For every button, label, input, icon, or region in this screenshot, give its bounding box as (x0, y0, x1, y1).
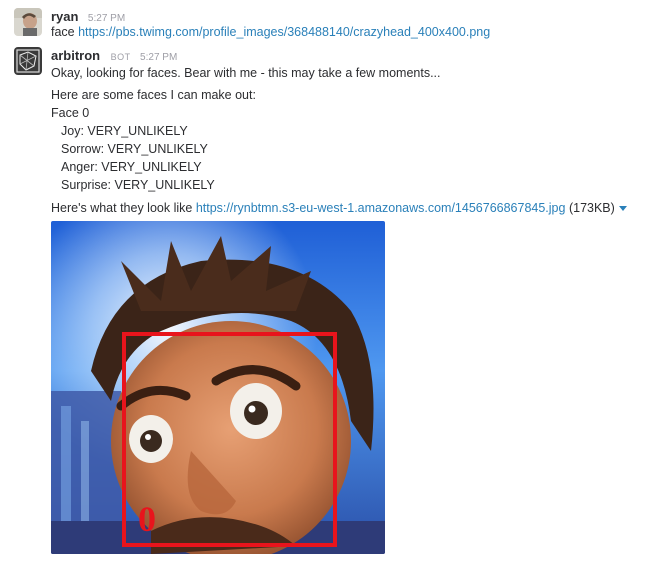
user-avatar-icon[interactable] (14, 8, 42, 36)
message-line: Okay, looking for faces. Bear with me - … (51, 66, 441, 80)
attachment-line: Here's what they look like https://rynbt… (51, 200, 627, 216)
timestamp[interactable]: 5:27 PM (140, 52, 177, 63)
bot-avatar-icon[interactable] (14, 47, 42, 75)
emotion-joy: Joy: VERY_UNLIKELY (61, 124, 188, 138)
attachment-link[interactable]: https://rynbtmn.s3-eu-west-1.amazonaws.c… (196, 201, 566, 215)
timestamp[interactable]: 5:27 PM (88, 13, 125, 24)
message-link[interactable]: https://pbs.twimg.com/profile_images/368… (78, 25, 490, 39)
emotion-anger: Anger: VERY_UNLIKELY (61, 160, 202, 174)
message-text: face https://pbs.twimg.com/profile_image… (51, 24, 490, 40)
sender-name[interactable]: ryan (51, 9, 78, 24)
sender-name[interactable]: arbitron (51, 48, 100, 63)
face-title: Face 0 (51, 106, 90, 120)
attachment-prefix: Here's what they look like (51, 201, 196, 215)
face-index-label: 0 (138, 499, 156, 539)
emotion-sorrow: Sorrow: VERY_UNLIKELY (61, 142, 208, 156)
emotion-surprise: Surprise: VERY_UNLIKELY (61, 178, 215, 192)
message-prefix: face (51, 25, 79, 39)
bot-badge: BOT (110, 52, 131, 62)
message-header: arbitron BOT 5:27 PM (51, 47, 177, 65)
message-line: Here are some faces I can make out: (51, 88, 256, 102)
file-size: (173KB) (568, 201, 615, 215)
chevron-down-icon[interactable] (618, 206, 627, 212)
chat-pane: ryan 5:27 PM face https://pbs.twimg.com/… (0, 0, 666, 565)
annotated-face-image[interactable]: 0 (51, 221, 385, 554)
